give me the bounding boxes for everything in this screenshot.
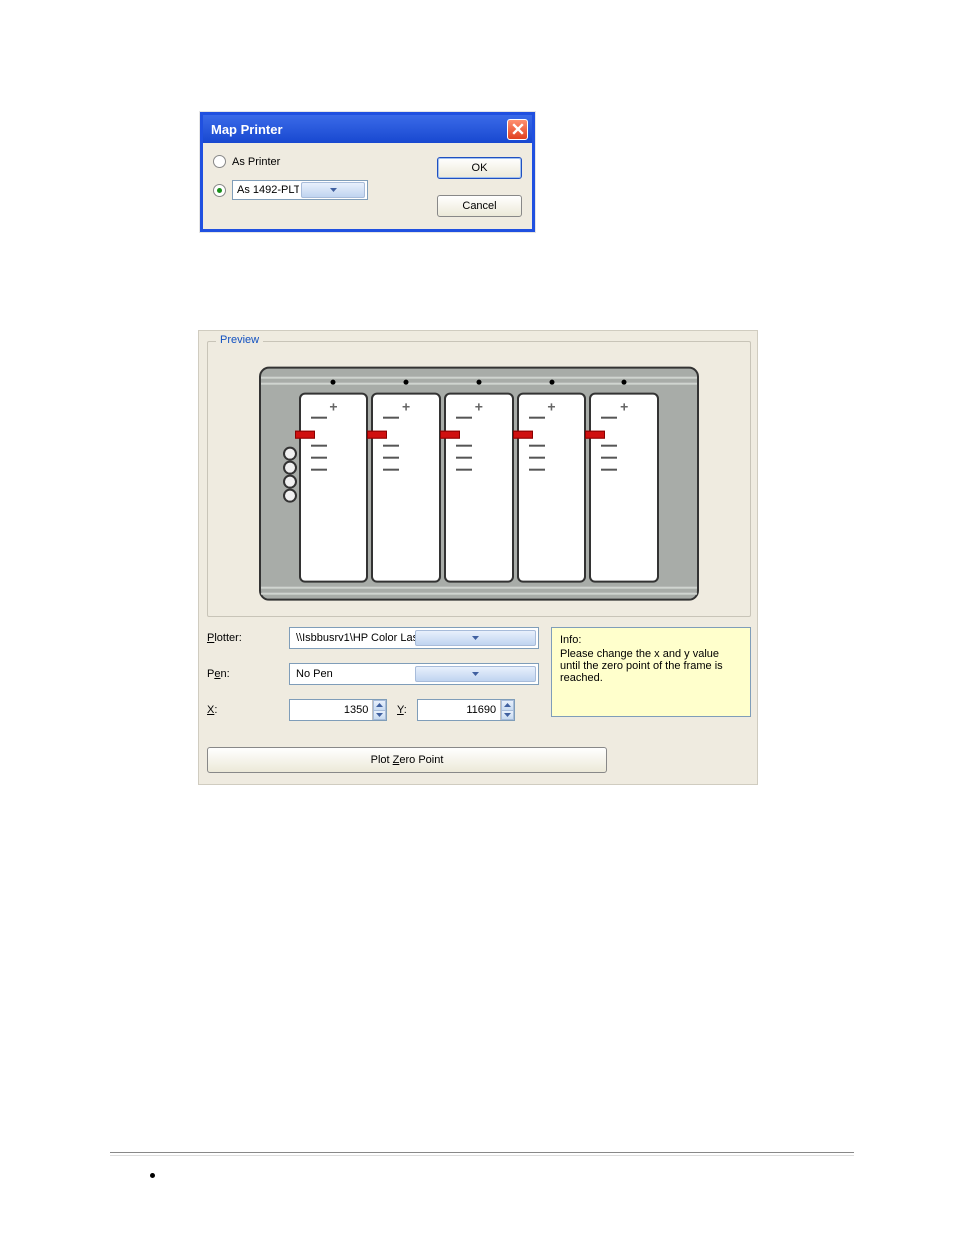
- preview-legend: Preview: [216, 334, 263, 346]
- card-5: +: [589, 393, 659, 583]
- x-spin-buttons[interactable]: [372, 700, 386, 720]
- card-4: +: [517, 393, 587, 583]
- plotter-label: Plotter:: [207, 632, 289, 644]
- x-input[interactable]: [290, 704, 372, 716]
- xy-row: Y:: [289, 699, 539, 721]
- plotter-value: \\Isbbusrv1\HP Color LaserJet ·: [296, 632, 415, 644]
- info-box: Info: Please change the x and y value un…: [551, 627, 751, 717]
- plot-zero-point-button[interactable]: Plot Zero Point: [207, 747, 607, 773]
- close-icon: [512, 123, 524, 135]
- dialog-title: Map Printer: [211, 122, 283, 137]
- ok-button[interactable]: OK: [437, 157, 522, 179]
- spin-up-icon[interactable]: [373, 700, 386, 710]
- spin-up-icon[interactable]: [501, 700, 514, 710]
- form-grid: Plotter: \\Isbbusrv1\HP Color LaserJet ·…: [207, 627, 751, 721]
- plotter-combo[interactable]: \\Isbbusrv1\HP Color LaserJet ·: [289, 627, 539, 649]
- cancel-label: Cancel: [462, 200, 496, 212]
- preview-panel: Preview +: [198, 330, 758, 785]
- info-text: Please change the x and y value until th…: [560, 648, 742, 684]
- chevron-down-icon: [415, 630, 536, 646]
- chevron-down-icon: [301, 182, 365, 198]
- pen-label: Pen:: [207, 668, 289, 680]
- spin-down-icon[interactable]: [501, 710, 514, 721]
- y-spin-buttons[interactable]: [500, 700, 514, 720]
- device-combo[interactable]: As 1492-PLTKIT Seri: [232, 180, 368, 200]
- preview-canvas: + + +: [259, 367, 699, 601]
- ok-label: OK: [472, 162, 488, 174]
- pen-combo[interactable]: No Pen: [289, 663, 539, 685]
- spin-down-icon[interactable]: [373, 710, 386, 721]
- button-column: OK Cancel: [437, 155, 522, 217]
- device-combo-value: As 1492-PLTKIT Seri: [237, 184, 299, 196]
- y-spinner[interactable]: [417, 699, 515, 721]
- titlebar[interactable]: Map Printer: [203, 115, 532, 143]
- horizontal-rule-shadow: [110, 1155, 854, 1156]
- cancel-button[interactable]: Cancel: [437, 195, 522, 217]
- x-spinner[interactable]: [289, 699, 387, 721]
- radio-as-printer[interactable]: [213, 155, 226, 168]
- radio-as-device-row[interactable]: As 1492-PLTKIT Seri: [213, 180, 421, 200]
- info-title: Info:: [560, 634, 742, 646]
- card-row: + + +: [261, 393, 697, 593]
- preview-groupbox: Preview +: [207, 341, 751, 617]
- pen-value: No Pen: [296, 668, 415, 680]
- card-2: +: [371, 393, 441, 583]
- card-3: +: [444, 393, 514, 583]
- bullet-icon: [150, 1173, 155, 1178]
- radio-as-device[interactable]: [213, 184, 226, 197]
- radio-as-printer-label: As Printer: [232, 156, 280, 168]
- plot-zero-point-label: Plot Zero Point: [371, 754, 444, 766]
- y-input[interactable]: [418, 704, 500, 716]
- chevron-down-icon: [415, 666, 536, 682]
- radio-as-printer-row[interactable]: As Printer: [213, 155, 421, 168]
- horizontal-rule: [110, 1152, 854, 1153]
- close-button[interactable]: [507, 119, 528, 140]
- y-label: Y:: [397, 704, 407, 716]
- dialog-body: As Printer As 1492-PLTKIT Seri OK Cancel: [203, 143, 532, 229]
- map-printer-dialog: Map Printer As Printer As 1492-PLTKIT Se…: [200, 112, 535, 232]
- card-1: +: [299, 393, 369, 583]
- x-label: X:: [207, 704, 289, 716]
- radio-group: As Printer As 1492-PLTKIT Seri: [213, 155, 421, 217]
